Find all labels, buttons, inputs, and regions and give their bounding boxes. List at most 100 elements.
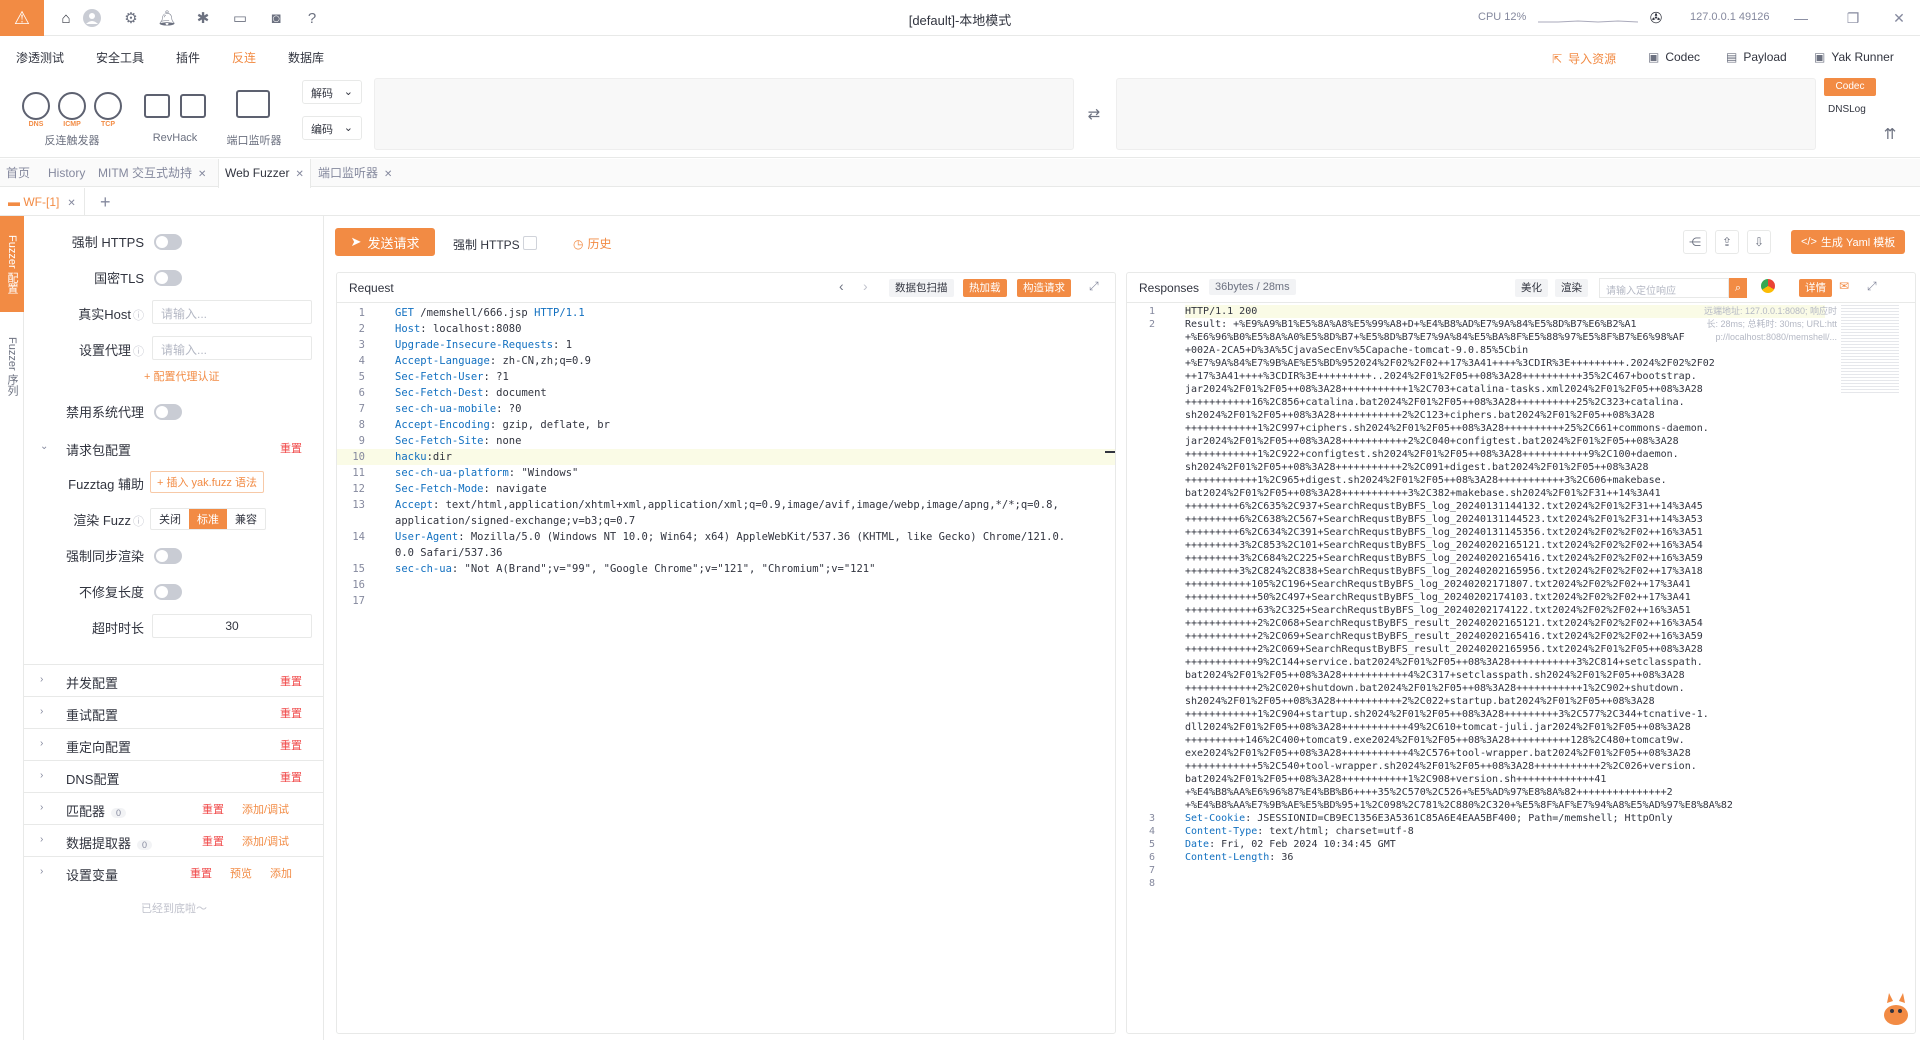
reset-button[interactable]: 重置 <box>190 865 212 881</box>
tab-web-fuzzer[interactable]: Web Fuzzer ✕ <box>218 159 311 188</box>
reset-button[interactable]: 重置 <box>202 801 224 817</box>
share-icon[interactable]: ⋲ <box>1683 230 1707 254</box>
render-button[interactable]: 渲染 <box>1555 279 1588 297</box>
no-fix-length-toggle[interactable] <box>154 584 182 600</box>
engine-status-icon[interactable]: ✇ <box>1646 8 1666 28</box>
retry-config-section[interactable]: › 重试配置 重置 <box>24 696 323 728</box>
prev-icon[interactable]: ‹ <box>839 278 844 294</box>
render-standard-option[interactable]: 标准 <box>189 509 227 529</box>
tab-port-listener[interactable]: 端口监听器 ✕ <box>312 159 398 187</box>
generate-yaml-button[interactable]: </> 生成 Yaml 模板 <box>1791 230 1906 254</box>
dnslog-tab-button[interactable]: DNSLog <box>1828 104 1866 115</box>
tab-fuzzer-sequence[interactable]: Fuzzer 序列 <box>0 326 24 406</box>
codec-tab-button[interactable]: Codec <box>1824 78 1876 96</box>
matcher-section[interactable]: › 匹配器 0 重置 添加/调试 <box>24 792 323 824</box>
tab-mitm[interactable]: MITM 交互式劫持 ✕ <box>92 159 212 187</box>
payload-button[interactable]: ▤ Payload <box>1726 50 1787 64</box>
next-icon[interactable]: › <box>863 278 868 294</box>
reset-button[interactable]: 重置 <box>280 705 302 721</box>
close-icon[interactable]: ✕ <box>1888 7 1910 29</box>
menu-reverse[interactable]: 反连 <box>232 49 256 66</box>
close-icon[interactable]: ✕ <box>198 169 206 180</box>
add-debug-button[interactable]: 添加/调试 <box>242 801 289 817</box>
response-editor[interactable]: 1 HTTP/1.1 200 2 Result: +%E9%A9%B1%E5%8A%A… <box>1127 305 1827 1033</box>
reset-button[interactable]: 重置 <box>280 769 302 785</box>
reset-button[interactable]: 重置 <box>280 440 302 456</box>
menu-pentest[interactable]: 渗透测试 <box>16 49 64 66</box>
tab-fuzzer-config[interactable]: Fuzzer 配置 <box>0 216 24 312</box>
hot-load-button[interactable]: 热加载 <box>963 279 1007 297</box>
render-compat-option[interactable]: 兼容 <box>227 509 265 529</box>
export-icon[interactable]: ⇪ <box>1715 230 1739 254</box>
preview-button[interactable]: 预览 <box>230 865 252 881</box>
disable-sys-proxy-toggle[interactable] <box>154 404 182 420</box>
reset-button[interactable]: 重置 <box>202 833 224 849</box>
build-request-button[interactable]: 构造请求 <box>1017 279 1071 297</box>
yak-runner-button[interactable]: ▣ Yak Runner <box>1814 50 1894 64</box>
chrome-icon[interactable] <box>1761 279 1775 293</box>
maximize-icon[interactable]: ❐ <box>1842 7 1864 29</box>
menu-plugins[interactable]: 插件 <box>176 49 200 66</box>
yakit-logo[interactable]: ⚠ <box>0 0 44 36</box>
request-config-section[interactable]: ⌄ 请求包配置 重置 <box>24 432 323 464</box>
search-icon[interactable]: ⌕ <box>1729 278 1747 298</box>
add-variable-button[interactable]: 添加 <box>270 865 292 881</box>
tcp-icon[interactable]: TCP <box>94 92 122 128</box>
port-listener-icon[interactable] <box>236 90 270 118</box>
codec-output-area[interactable] <box>1116 78 1816 150</box>
terminal-icon[interactable]: ▭ <box>230 8 250 28</box>
response-search-input[interactable]: 请输入定位响应 <box>1599 278 1729 298</box>
request-editor[interactable]: 1 2 3 4 5 6 7 8 9 10 11 12 13 14 15 16 17 GET /memshell/6… <box>337 305 1115 1033</box>
menu-database[interactable]: 数据库 <box>288 49 324 66</box>
revhack-yso-icon[interactable] <box>144 94 170 118</box>
insert-fuzztag-button[interactable]: + 插入 yak.fuzz 语法 <box>150 471 264 493</box>
collapse-icon[interactable]: ⇈ <box>1880 124 1900 144</box>
tab-history[interactable]: History <box>42 159 91 187</box>
force-https-toggle[interactable] <box>154 234 182 250</box>
render-off-option[interactable]: 关闭 <box>151 509 189 529</box>
revhack-server-icon[interactable] <box>180 94 206 118</box>
history-button[interactable]: ◷ 历史 <box>573 235 612 252</box>
add-debug-button[interactable]: 添加/调试 <box>242 833 289 849</box>
timeout-input[interactable]: 30 <box>152 614 312 638</box>
reset-button[interactable]: 重置 <box>280 673 302 689</box>
force-https-checkbox[interactable] <box>523 236 537 250</box>
packet-scan-button[interactable]: 数据包扫描 <box>889 279 954 297</box>
fuzzer-tab-wf1[interactable]: ▬ WF-[1] ✕ <box>0 188 85 216</box>
user-avatar-icon[interactable] <box>82 8 102 28</box>
proxy-auth-link[interactable]: + 配置代理认证 <box>144 368 219 384</box>
proxy-input[interactable]: 请输入... <box>152 336 312 360</box>
import-resource-button[interactable]: ⇱ 导入资源 <box>1552 50 1616 67</box>
force-sync-render-toggle[interactable] <box>154 548 182 564</box>
import-icon[interactable]: ⇩ <box>1747 230 1771 254</box>
real-host-input[interactable]: 请输入... <box>152 300 312 324</box>
reset-button[interactable]: 重置 <box>280 737 302 753</box>
close-icon[interactable]: ✕ <box>295 169 303 180</box>
set-variable-section[interactable]: › 设置变量 重置 预览 添加 <box>24 856 323 888</box>
encode-dropdown[interactable]: 编码 ⌄ <box>302 116 362 140</box>
icmp-icon[interactable]: ICMP <box>58 92 86 128</box>
close-icon[interactable]: ✕ <box>384 169 392 180</box>
help-icon[interactable]: ⓘ <box>133 516 144 528</box>
screenshot-icon[interactable]: ◙ <box>266 8 286 28</box>
decode-dropdown[interactable]: 解码 ⌄ <box>302 80 362 104</box>
help-icon[interactable]: ⓘ <box>133 346 144 358</box>
detail-button[interactable]: 详情 <box>1799 279 1832 297</box>
beautify-button[interactable]: 美化 <box>1515 279 1548 297</box>
dns-config-section[interactable]: › DNS配置 重置 <box>24 760 323 792</box>
settings-icon[interactable]: ⚙ <box>121 8 141 28</box>
help-icon[interactable]: ⓘ <box>133 310 144 322</box>
extractor-section[interactable]: › 数据提取器 0 重置 添加/调试 <box>24 824 323 856</box>
notification-icon[interactable]: 🔔︎ <box>157 8 177 28</box>
close-icon[interactable]: ✕ <box>67 198 75 209</box>
concurrency-config-section[interactable]: › 并发配置 重置 <box>24 664 323 696</box>
add-tab-icon[interactable]: + <box>100 192 111 213</box>
dns-icon[interactable]: DNS <box>22 92 50 128</box>
home-icon[interactable]: ⌂ <box>56 8 76 28</box>
fullscreen-icon[interactable]: ⤢ <box>1089 279 1099 294</box>
codec-button[interactable]: ▣ Codec <box>1648 50 1700 64</box>
codec-input-area[interactable] <box>374 78 1074 150</box>
gm-tls-toggle[interactable] <box>154 270 182 286</box>
fullscreen-icon[interactable]: ⤢ <box>1867 279 1877 294</box>
menu-security-tools[interactable]: 安全工具 <box>96 49 144 66</box>
